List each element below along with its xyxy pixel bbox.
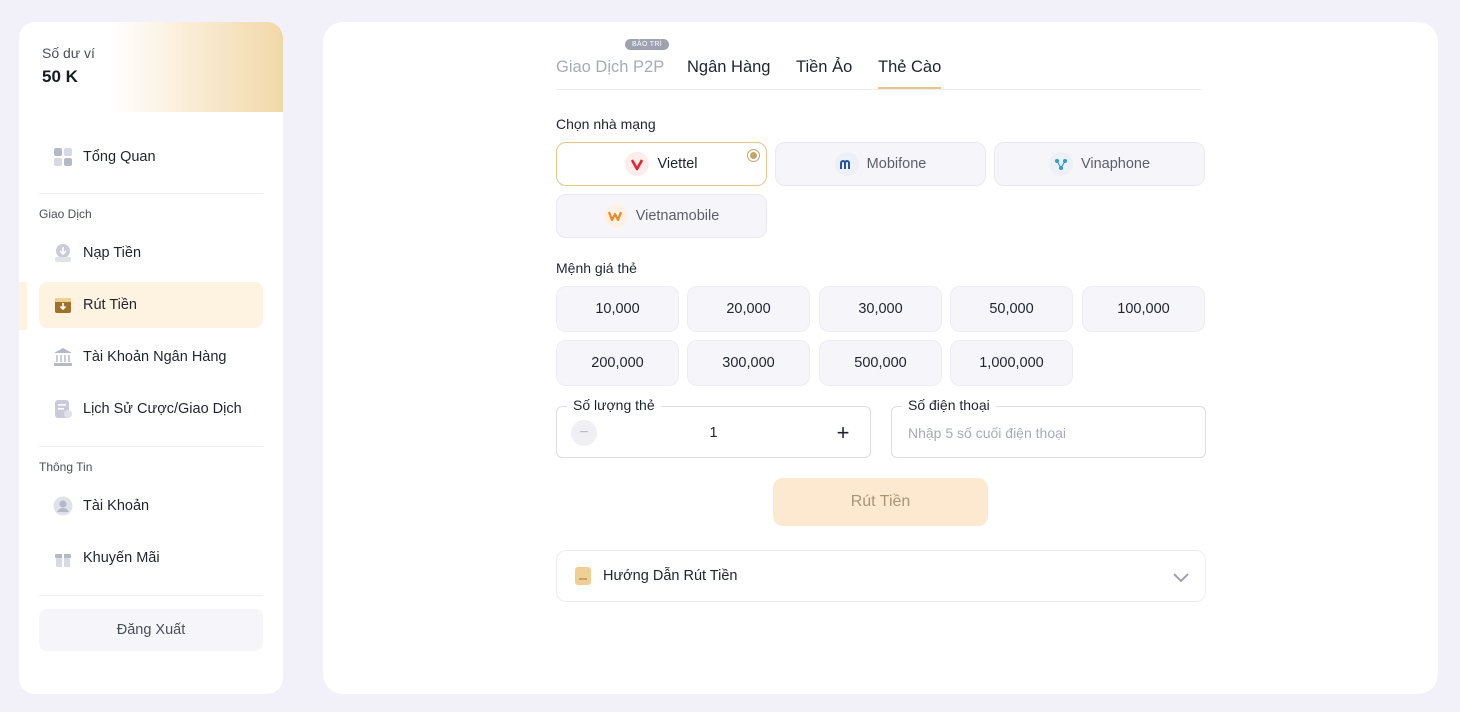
sidebar-item-label: Tài Khoản Ngân Hàng — [83, 349, 227, 365]
sidebar-item-label: Tài Khoản — [83, 498, 150, 514]
wallet-balance: 50 K — [42, 67, 78, 86]
withdraw-icon — [53, 295, 73, 315]
amount-option[interactable]: 200,000 — [556, 340, 679, 386]
sidebar-item-account[interactable]: Tài Khoản — [39, 483, 263, 529]
tab-bar: BẢO TRÌ Giao Dịch P2P Ngân Hàng Tiền Ảo … — [556, 22, 1202, 90]
sidebar-item-label: Nạp Tiền — [83, 245, 142, 261]
sidebar-item-history[interactable]: Lịch Sử Cược/Giao Dịch — [39, 386, 263, 432]
carrier-name: Mobifone — [866, 156, 927, 172]
phone-field: Số điện thoại — [891, 397, 1206, 459]
decrement-button[interactable]: − — [571, 420, 597, 446]
amount-option[interactable]: 300,000 — [687, 340, 810, 386]
carrier-option-vietnamobile[interactable]: Vietnamobile — [556, 194, 767, 238]
tab-bank[interactable]: Ngân Hàng — [687, 58, 770, 77]
guide-title: Hướng Dẫn Rút Tiền — [603, 568, 738, 584]
divider — [39, 446, 263, 447]
quantity-input[interactable] — [617, 407, 810, 459]
sidebar-item-label: Tổng Quan — [83, 149, 156, 165]
viettel-logo-icon — [625, 152, 650, 176]
sidebar: Số dư ví 50 K Tổng Quan Giao Dịch Nạp Ti… — [19, 22, 283, 694]
main-panel: BẢO TRÌ Giao Dịch P2P Ngân Hàng Tiền Ảo … — [323, 22, 1438, 694]
carrier-option-mobifone[interactable]: Mobifone — [775, 142, 986, 186]
amount-option[interactable]: 50,000 — [950, 286, 1073, 332]
document-icon — [573, 566, 593, 586]
section-title-info: Thông Tin — [39, 460, 93, 474]
dashboard-icon — [53, 147, 73, 167]
sidebar-item-overview[interactable]: Tổng Quan — [39, 134, 263, 180]
amount-option[interactable]: 1,000,000 — [950, 340, 1073, 386]
deposit-icon — [53, 243, 73, 263]
maintenance-badge: BẢO TRÌ — [625, 39, 669, 50]
amount-option[interactable]: 100,000 — [1082, 286, 1205, 332]
wallet-card: Số dư ví 50 K — [19, 22, 283, 112]
sidebar-item-promotions[interactable]: Khuyến Mãi — [39, 535, 263, 581]
carrier-option-vinaphone[interactable]: Vinaphone — [994, 142, 1205, 186]
selected-radio-icon — [747, 149, 760, 162]
vinaphone-logo-icon — [1048, 152, 1073, 176]
denomination-label: Mệnh giá thẻ — [556, 260, 637, 276]
sidebar-item-label: Khuyến Mãi — [83, 550, 160, 566]
mobifone-logo-icon — [834, 152, 859, 176]
tab-scratch-card[interactable]: Thẻ Cào — [878, 58, 942, 89]
sidebar-item-deposit[interactable]: Nạp Tiền — [39, 230, 263, 276]
divider — [39, 193, 263, 194]
user-icon — [53, 496, 73, 516]
divider — [39, 595, 263, 596]
sidebar-item-label: Lịch Sử Cược/Giao Dịch — [83, 401, 242, 417]
carrier-name: Vietnamobile — [635, 208, 720, 224]
amount-option[interactable]: 500,000 — [819, 340, 942, 386]
increment-button[interactable]: + — [830, 420, 856, 446]
carrier-name: Viettel — [657, 156, 698, 172]
sidebar-item-withdraw[interactable]: Rút Tiền — [39, 282, 263, 328]
gift-icon — [53, 548, 73, 568]
carrier-label: Chọn nhà mạng — [556, 116, 656, 132]
vietnamobile-logo-icon — [603, 204, 628, 228]
withdraw-submit-button[interactable]: Rút Tiền — [773, 478, 988, 526]
bank-icon — [53, 347, 73, 367]
sidebar-item-bank-account[interactable]: Tài Khoản Ngân Hàng — [39, 334, 263, 380]
amount-option[interactable]: 30,000 — [819, 286, 942, 332]
logout-button[interactable]: Đăng Xuất — [39, 609, 263, 651]
phone-input[interactable] — [892, 407, 1205, 459]
sidebar-item-label: Rút Tiền — [83, 297, 137, 313]
history-icon — [53, 399, 73, 419]
amount-option[interactable]: 20,000 — [687, 286, 810, 332]
guide-accordion[interactable]: Hướng Dẫn Rút Tiền — [556, 550, 1206, 602]
section-title-transactions: Giao Dịch — [39, 207, 92, 221]
chevron-down-icon — [1171, 567, 1191, 592]
active-indicator — [19, 282, 27, 330]
quantity-stepper: Số lượng thẻ − + — [556, 397, 871, 459]
carrier-option-viettel[interactable]: Viettel — [556, 142, 767, 186]
tab-p2p[interactable]: Giao Dịch P2P — [556, 58, 664, 77]
amount-option[interactable]: 10,000 — [556, 286, 679, 332]
carrier-name: Vinaphone — [1080, 156, 1151, 172]
tab-crypto[interactable]: Tiền Ảo — [796, 58, 852, 77]
wallet-label: Số dư ví — [42, 45, 95, 61]
